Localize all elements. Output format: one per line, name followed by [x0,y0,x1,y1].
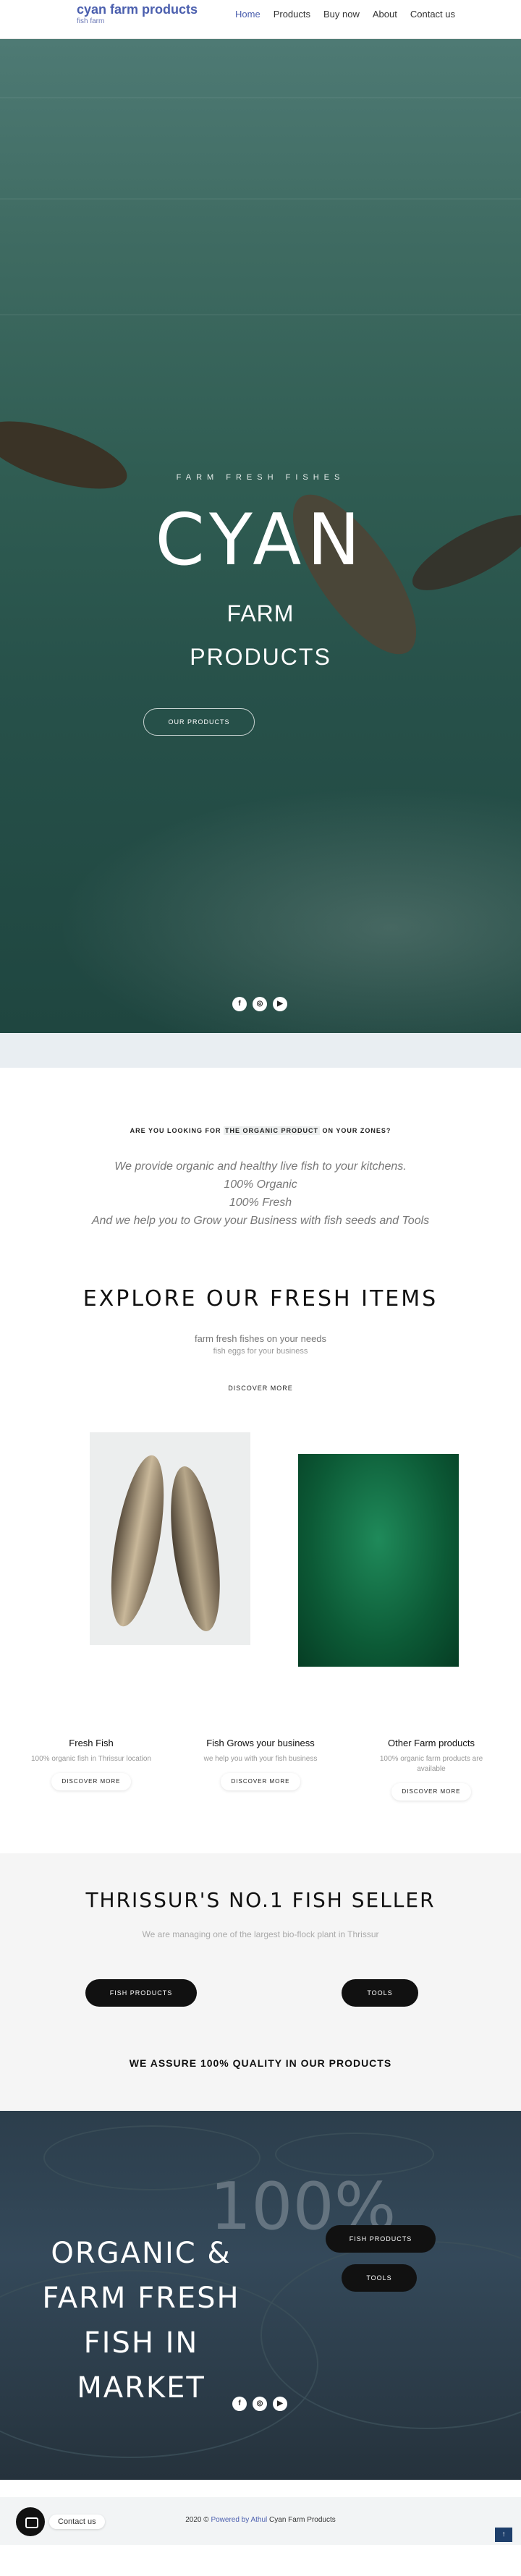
market-title-line: FISH IN MARKET [77,2326,206,2405]
card-discover-button[interactable]: DISCOVER MORE [391,1783,471,1801]
intro-question-pre: ARE YOU LOOKING FOR [130,1127,224,1134]
instagram-icon[interactable]: ◎ [253,997,267,1011]
water-ripple [0,97,521,98]
card-discover-button[interactable]: DISCOVER MORE [221,1773,300,1790]
brand[interactable]: cyan farm products fish farm [77,1,198,26]
facebook-icon[interactable]: f [232,2397,247,2411]
hero-social-links: f ◎ ▶ [232,997,287,1011]
hero-kicker: FARM FRESH FISHES [176,473,345,482]
explore-subtitle-2: fish eggs for your business [213,1347,308,1356]
card-fresh-fish: Fresh Fish 100% organic fish in Thrissur… [12,1738,171,1790]
instagram-icon[interactable]: ◎ [253,2397,267,2411]
nav-home[interactable]: Home [229,8,267,21]
footer-spacer [0,2480,521,2497]
water-ripple [0,314,521,315]
card-title: Fish Grows your business [206,1738,315,1748]
hero-section: FARM FRESH FISHES CYAN FARM PRODUCTS OUR… [0,39,521,1033]
our-products-button[interactable]: OUR PRODUCTS [143,708,255,736]
card-text: 100% organic fish in Thrissur location [30,1755,151,1763]
market-social-links: f ◎ ▶ [232,2397,287,2411]
powered-by-link[interactable]: Powered by Athul [211,2516,267,2524]
market-title: ORGANIC & FARM FRESH FISH IN MARKET [14,2231,268,2410]
scroll-top-icon[interactable]: ↑ [495,2528,512,2542]
youtube-icon[interactable]: ▶ [273,2397,287,2411]
card-fish-business: Fish Grows your business we help you wit… [181,1738,340,1790]
fresh-fish-photo [90,1432,250,1645]
fish-image [162,1463,229,1635]
intro-section: ARE YOU LOOKING FOR THE ORGANIC PRODUCT … [0,1068,521,1853]
market-tools-button[interactable]: TOOLS [342,2264,417,2292]
chat-icon[interactable] [16,2507,45,2536]
intro-question-post: ON YOUR ZONES? [320,1127,391,1134]
discover-more-link[interactable]: DISCOVER MORE [0,1385,521,1392]
quality-statement: WE ASSURE 100% QUALITY IN OUR PRODUCTS [129,2057,392,2069]
facebook-icon[interactable]: f [232,997,247,1011]
fish-image [101,1451,174,1631]
explore-title: EXPLORE OUR FRESH ITEMS [82,1286,439,1312]
intro-statements: We provide organic and healthy live fish… [0,1157,521,1230]
card-text: 100% organic farm products are available [379,1755,483,1773]
youtube-icon[interactable]: ▶ [273,997,287,1011]
fish-pond-photo [298,1454,459,1667]
market-section: 100% ORGANIC & FARM FRESH FISH IN MARKET… [0,2111,521,2480]
card-title: Fresh Fish [69,1738,114,1748]
footer-brand: Cyan Farm Products [269,2516,336,2524]
fish-products-button[interactable]: FISH PRODUCTS [85,1979,197,2007]
intro-question: ARE YOU LOOKING FOR THE ORGANIC PRODUCT … [0,1126,521,1135]
contact-us-chat-label[interactable]: Contact us [49,2515,105,2529]
site-tagline: fish farm [77,17,105,25]
card-other-products: Other Farm products 100% organic farm pr… [352,1738,511,1801]
nav-about[interactable]: About [366,8,404,21]
seller-section: THRISSUR'S NO.1 FISH SELLER We are manag… [0,1853,521,2111]
fishing-net-image [0,762,521,1033]
hero-title: CYAN [155,499,366,582]
intro-line: 100% Organic [224,1178,297,1191]
seller-text: We are managing one of the largest bio-f… [142,1929,379,1939]
card-text: we help you with your fish business [203,1755,318,1763]
intro-line: And we help you to Grow your Business wi… [91,1215,430,1227]
feature-cards: Fresh Fish 100% organic fish in Thrissur… [0,1738,521,1853]
boat-image [0,407,135,503]
water-ripple [0,198,521,200]
product-photos [0,1432,521,1693]
intro-line: 100% Fresh [229,1196,292,1209]
nav-buy-now[interactable]: Buy now [317,8,366,21]
nav-products[interactable]: Products [267,8,317,21]
explore-subtitle: farm fresh fishes on your needs [194,1333,327,1344]
section-divider [0,1033,521,1068]
tools-button[interactable]: TOOLS [342,1979,418,2007]
market-title-line: FARM FRESH [42,2282,240,2315]
nav-contact-us[interactable]: Contact us [404,8,462,21]
hero-line-products: PRODUCTS [190,644,331,670]
explore-section: EXPLORE OUR FRESH ITEMS farm fresh fishe… [0,1286,521,1392]
hero-line-farm: FARM [226,600,295,626]
market-title-line: ORGANIC & [51,2237,232,2270]
market-fish-products-button[interactable]: FISH PRODUCTS [326,2225,436,2253]
seller-title: THRISSUR'S NO.1 FISH SELLER [85,1888,436,1912]
site-footer: 2020 © Powered by Athul Cyan Farm Produc… [0,2497,521,2545]
card-discover-button[interactable]: DISCOVER MORE [51,1773,131,1790]
footer-year: 2020 © [185,2516,209,2524]
card-title: Other Farm products [388,1738,475,1748]
intro-line: We provide organic and healthy live fish… [114,1160,407,1173]
intro-question-highlight: THE ORGANIC PRODUCT [224,1126,320,1135]
site-title[interactable]: cyan farm products [77,1,198,17]
site-header: cyan farm products fish farm Home Produc… [0,0,521,39]
main-nav: Home Products Buy now About Contact us [229,8,462,21]
